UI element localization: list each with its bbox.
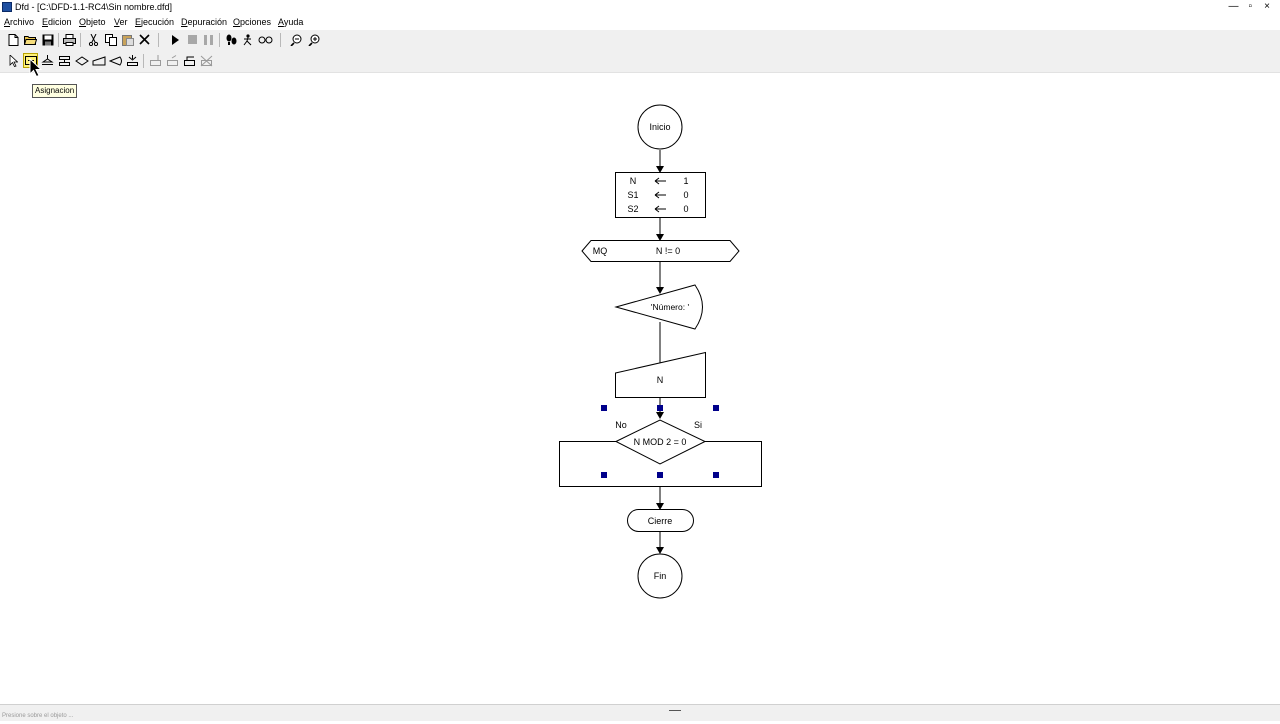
- assign-value: 0: [683, 204, 688, 214]
- start-node[interactable]: Inicio: [637, 104, 683, 150]
- paste-icon[interactable]: [120, 32, 135, 47]
- menu-bar: Archivo Edicion Objeto Ver Ejecución Dep…: [0, 14, 1280, 30]
- mouse-cursor-icon: [29, 58, 43, 78]
- decision-yes-label: Si: [694, 420, 702, 430]
- flowchart-canvas[interactable]: Inicio N 1 S1 0 S2 0 MQ N != 0 'Número: …: [0, 72, 1280, 704]
- cycle-icon[interactable]: [57, 53, 72, 68]
- save-icon[interactable]: [40, 32, 55, 47]
- maximize-button[interactable]: ▫: [1243, 0, 1257, 14]
- app-icon: [2, 2, 12, 12]
- toolbar-separator: [80, 33, 81, 47]
- menu-archivo[interactable]: Archivo: [4, 14, 34, 30]
- decision-icon[interactable]: [74, 53, 89, 68]
- status-bar: Presione sobre el objeto ...: [0, 704, 1280, 721]
- while-node[interactable]: MQ N != 0: [581, 240, 740, 262]
- read-icon[interactable]: [91, 53, 106, 68]
- selection-handle[interactable]: [601, 405, 607, 411]
- selection-handle[interactable]: [713, 405, 719, 411]
- assign-var: S1: [627, 190, 638, 200]
- selection-handle[interactable]: [657, 405, 663, 411]
- for-icon[interactable]: [148, 53, 163, 68]
- stop-icon[interactable]: [185, 32, 200, 47]
- write-icon[interactable]: [108, 53, 123, 68]
- run-icon[interactable]: [168, 32, 183, 47]
- menu-edicion[interactable]: Edicion: [42, 14, 72, 30]
- decision-condition: N MOD 2 = 0: [634, 437, 687, 447]
- while-label: MQ: [593, 246, 608, 256]
- copy-icon[interactable]: [103, 32, 118, 47]
- toolbar-separator: [58, 33, 59, 47]
- window-title: Dfd - [C:\DFD-1.1-RC4\Sin nombre.dfd]: [15, 2, 173, 12]
- input-variable: N: [657, 375, 664, 385]
- selection-handle[interactable]: [713, 472, 719, 478]
- end-node[interactable]: Fin: [637, 553, 683, 599]
- return-icon[interactable]: [182, 53, 197, 68]
- assign-var: N: [630, 176, 637, 186]
- assign-var: S2: [627, 204, 638, 214]
- assign-value: 0: [683, 190, 688, 200]
- zoom-in-icon[interactable]: [306, 32, 321, 47]
- title-bar: Dfd - [C:\DFD-1.1-RC4\Sin nombre.dfd] — …: [0, 0, 1280, 14]
- toolbar-separator: [143, 54, 144, 68]
- objects-toolbar: [0, 50, 1280, 73]
- start-label: Inicio: [649, 122, 670, 132]
- zoom-out-icon[interactable]: [288, 32, 303, 47]
- close-button[interactable]: ×: [1260, 0, 1274, 14]
- output-text: 'Número: ': [651, 302, 690, 312]
- assign-value: 1: [683, 176, 688, 186]
- selection-handle[interactable]: [657, 472, 663, 478]
- step-icon[interactable]: [224, 32, 239, 47]
- loop-close-label: Cierre: [648, 516, 673, 526]
- loop-close-node[interactable]: Cierre: [627, 509, 694, 532]
- while-condition: N != 0: [656, 246, 680, 256]
- minimize-button[interactable]: —: [1226, 0, 1240, 14]
- pointer-icon[interactable]: [6, 53, 21, 68]
- selection-handle[interactable]: [601, 472, 607, 478]
- menu-ejecucion[interactable]: Ejecución: [135, 14, 174, 30]
- toolbar-separator: [280, 33, 281, 47]
- watch-icon[interactable]: [258, 32, 273, 47]
- window-controls: — ▫ ×: [1226, 0, 1274, 14]
- delete-icon[interactable]: [137, 32, 152, 47]
- menu-ver[interactable]: Ver: [114, 14, 128, 30]
- erase-icon[interactable]: [199, 53, 214, 68]
- menu-objeto[interactable]: Objeto: [79, 14, 106, 30]
- new-file-icon[interactable]: [6, 32, 21, 47]
- assignment-node[interactable]: N 1 S1 0 S2 0: [615, 172, 706, 218]
- end-icon[interactable]: [165, 53, 180, 68]
- tooltip: Asignacion: [32, 84, 78, 98]
- status-text: Presione sobre el objeto ...: [2, 713, 74, 719]
- step-run-icon[interactable]: [241, 32, 256, 47]
- subroutine-icon[interactable]: [125, 53, 140, 68]
- end-label: Fin: [654, 571, 667, 581]
- main-toolbar: [0, 30, 1280, 50]
- decision-no-label: No: [615, 420, 627, 430]
- toolbar-separator: [158, 33, 159, 47]
- resize-grip-icon[interactable]: [669, 710, 681, 711]
- pause-icon[interactable]: [201, 32, 216, 47]
- print-icon[interactable]: [62, 32, 77, 47]
- output-node[interactable]: 'Número: ': [614, 284, 703, 330]
- menu-opciones[interactable]: Opciones: [233, 14, 271, 30]
- menu-ayuda[interactable]: Ayuda: [278, 14, 303, 30]
- cut-icon[interactable]: [86, 32, 101, 47]
- toolbar-separator: [219, 33, 220, 47]
- open-folder-icon[interactable]: [23, 32, 38, 47]
- menu-depuracion[interactable]: Depuración: [181, 14, 227, 30]
